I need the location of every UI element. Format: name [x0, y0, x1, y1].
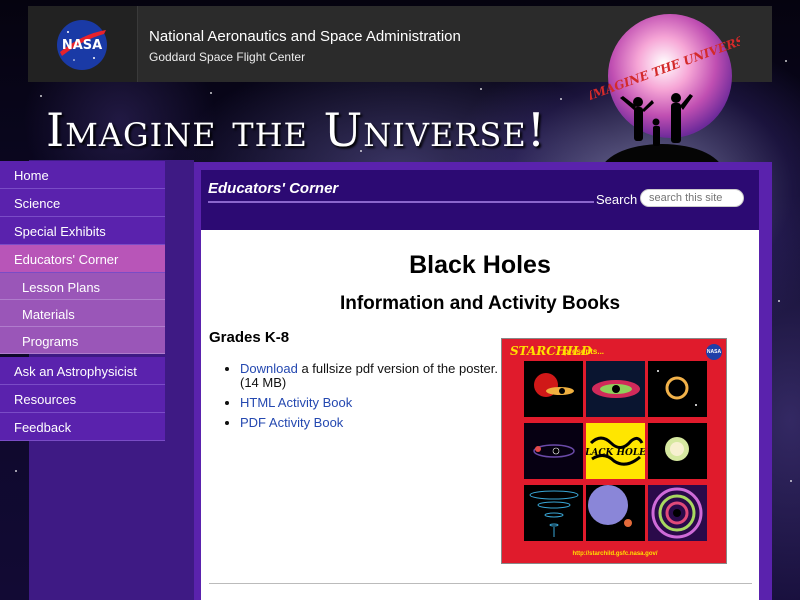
search-input[interactable]	[640, 189, 744, 207]
list-item: PDF Activity Book	[240, 416, 498, 430]
search-label: Search	[596, 192, 638, 207]
pdf-activity-book-link[interactable]: PDF Activity Book	[240, 415, 343, 430]
page-heading: Black Holes	[409, 251, 551, 279]
poster-tile-star-orbit-icon	[524, 423, 583, 479]
section-title: Educators' Corner	[208, 180, 339, 197]
list-item: HTML Activity Book	[240, 396, 498, 410]
nasa-logo-cell: NASA	[28, 6, 138, 82]
agency-name: National Aeronautics and Space Administr…	[149, 28, 461, 45]
star	[790, 480, 792, 482]
sidebar-item-home[interactable]: Home	[0, 161, 165, 189]
sidebar-subitem-materials[interactable]: Materials	[0, 300, 165, 327]
sidebar-item-ask-an-astrophysicist[interactable]: Ask an Astrophysicist	[0, 357, 165, 385]
star	[40, 95, 42, 97]
nasa-logo-text: NASA	[62, 38, 102, 53]
sidebar-item-special-exhibits[interactable]: Special Exhibits	[0, 217, 165, 245]
html-activity-book-link[interactable]: HTML Activity Book	[240, 395, 352, 410]
poster-tile-red-star-icon	[524, 361, 583, 417]
black-holes-poster[interactable]: STARCHILD presents... NASA BLACK HOLES	[501, 338, 727, 564]
poster-title: BLACK HOLES	[586, 448, 645, 458]
poster-nasa-icon: NASA	[706, 344, 722, 360]
poster-tile-sun-icon	[648, 423, 707, 479]
nasa-logo-icon[interactable]: NASA	[54, 18, 110, 72]
sidebar-subitem-lesson-plans[interactable]: Lesson Plans	[0, 273, 165, 300]
star	[785, 60, 787, 62]
sidebar-subitem-programs[interactable]: Programs	[0, 327, 165, 354]
sidebar-item-science[interactable]: Science	[0, 189, 165, 217]
poster-title-panel: BLACK HOLES	[586, 423, 645, 479]
star	[210, 92, 212, 94]
grades-heading: Grades K-8	[209, 329, 290, 346]
center-name: Goddard Space Flight Center	[149, 50, 306, 64]
resource-list: Download a fullsize pdf version of the p…	[228, 362, 498, 436]
star	[560, 98, 562, 100]
imagine-the-universe-logo-icon[interactable]: IMAGINE THE UNIVERSE!	[590, 14, 740, 174]
poster-url: http://starchild.gsfc.nasa.gov/	[572, 551, 658, 557]
sidebar-item-resources[interactable]: Resources	[0, 385, 165, 413]
poster-tile-moon-icon	[586, 485, 645, 541]
poster-tile-spiral-icon	[648, 485, 707, 541]
download-link[interactable]: Download	[240, 361, 298, 376]
content-divider	[209, 583, 752, 584]
poster-tile-ring-icon	[648, 361, 707, 417]
poster-tile-funnel-icon	[524, 485, 583, 541]
star	[15, 470, 17, 472]
sidebar-item-feedback[interactable]: Feedback	[0, 413, 165, 441]
poster-presents: presents...	[564, 347, 605, 356]
star	[480, 88, 482, 90]
site-title[interactable]: Imagine the Universe!	[46, 103, 546, 157]
page-subheading: Information and Activity Books	[339, 293, 621, 314]
sidebar-item-educators-corner[interactable]: Educators' Corner	[0, 245, 165, 273]
section-divider	[208, 201, 594, 203]
list-item: Download a fullsize pdf version of the p…	[240, 362, 498, 390]
star	[778, 300, 780, 302]
poster-tile-accretion-disk-icon	[586, 361, 645, 417]
